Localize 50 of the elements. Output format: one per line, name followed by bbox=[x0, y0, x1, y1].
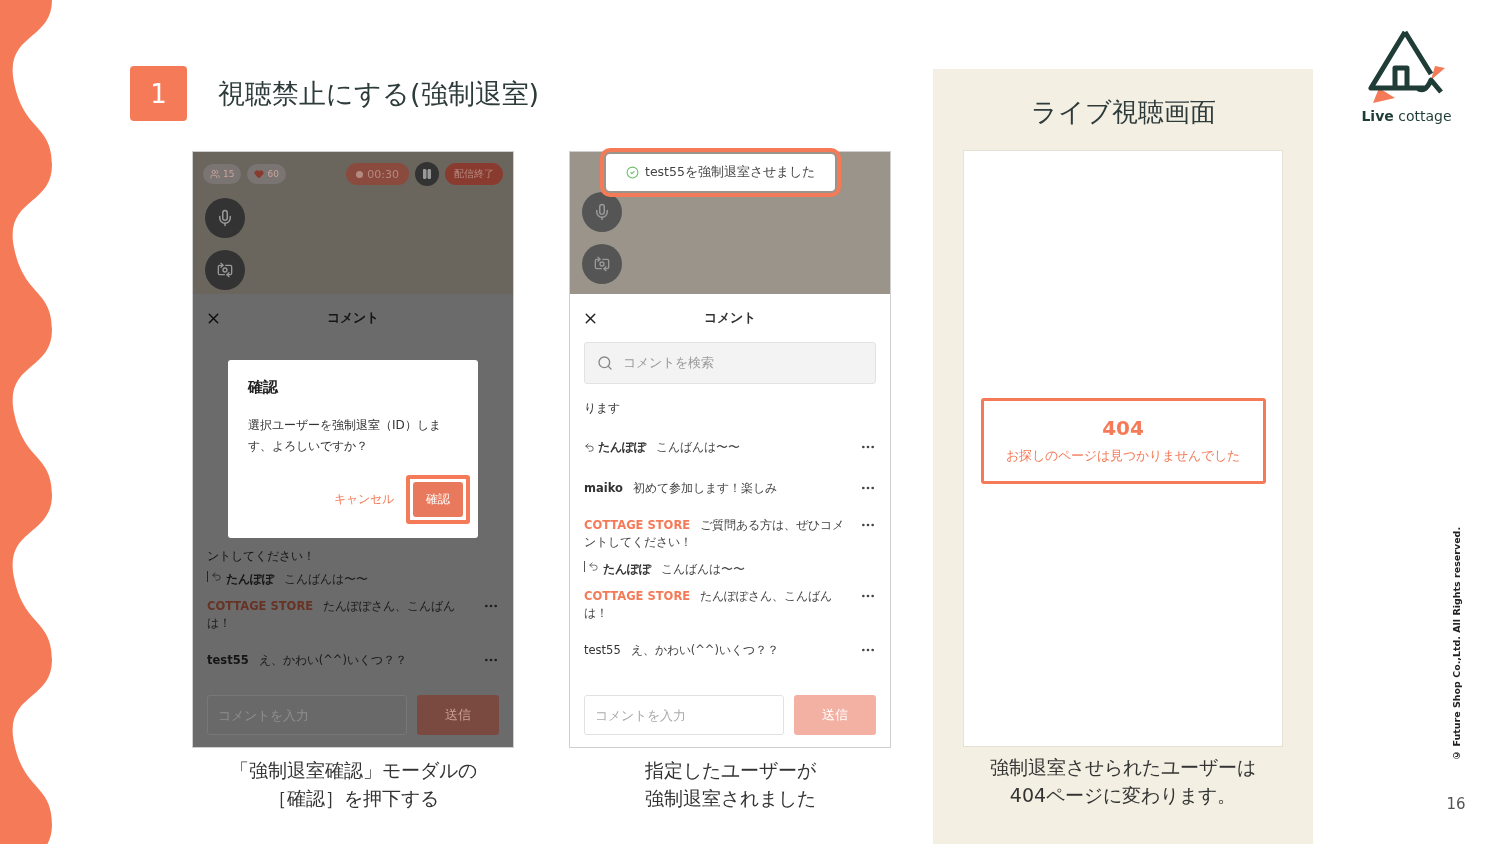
comment-text: ります bbox=[584, 400, 621, 417]
mic-icon bbox=[216, 209, 234, 227]
cancel-button[interactable]: キャンセル bbox=[330, 487, 398, 512]
like-count: 60 bbox=[247, 164, 286, 184]
page-number: 16 bbox=[1446, 794, 1466, 813]
panel-title: ライブ視聴画面 bbox=[1030, 96, 1216, 129]
people-icon bbox=[210, 169, 220, 179]
slide-title: 視聴禁止にする(強制退室) bbox=[218, 76, 540, 111]
comment-text: COTTAGE STORE ご質問ある方は、ぜひコメントしてください！ bbox=[584, 517, 846, 551]
comment-text: たんぽぽ こんばんは〜〜 bbox=[226, 571, 369, 588]
comment-text: test55 え、かわい(^^)いくつ？？ bbox=[584, 642, 780, 659]
comment-text: たんぽぽ こんばんは〜〜 bbox=[598, 439, 741, 456]
heart-icon bbox=[254, 169, 265, 179]
caption-line: 指定したユーザーが bbox=[644, 758, 816, 783]
end-stream-button[interactable]: 配信終了 bbox=[445, 163, 503, 185]
search-field[interactable]: コメントを検索 bbox=[584, 342, 876, 384]
confirm-button[interactable]: 確認 bbox=[413, 482, 463, 517]
pause-icon bbox=[421, 168, 433, 180]
caption-line: ［確認］を押下する bbox=[267, 786, 439, 811]
logo-text: Live cottage bbox=[1361, 108, 1452, 124]
step-number: 1 bbox=[130, 66, 187, 121]
send-button[interactable]: 送信 bbox=[794, 695, 876, 735]
comments-title: コメント bbox=[327, 309, 379, 327]
viewer-count: 15 bbox=[203, 164, 242, 184]
error-message: お探しのページは見つかりませんでした bbox=[1006, 448, 1240, 465]
comment-text: COTTAGE STORE たんぽぽさん、こんばんは！ bbox=[584, 588, 834, 622]
comment-text: maiko 初めて参加します！楽しみ bbox=[584, 480, 778, 497]
timer: 00:30 bbox=[346, 163, 409, 185]
error-code: 404 bbox=[1102, 416, 1144, 440]
mic-icon bbox=[593, 203, 611, 221]
caption-line: 「強制退室確認」モーダルの bbox=[229, 758, 477, 783]
camera-switch-icon bbox=[594, 256, 610, 272]
comment-text: COTTAGE STORE たんぽぽさん、こんばんは！ bbox=[207, 598, 457, 632]
reply-quote-icon bbox=[584, 561, 599, 572]
search-icon bbox=[597, 355, 613, 371]
dialog-message: 選択ユーザーを強制退室（ID）します、よろしいですか？ bbox=[248, 417, 442, 455]
reply-icon bbox=[584, 442, 595, 453]
caption-line: 404ページに変わります。 bbox=[1009, 783, 1237, 808]
comment-text: test55 え、かわい(^^)いくつ？？ bbox=[207, 652, 408, 669]
caption-line: 強制退室させられたユーザーは bbox=[990, 755, 1256, 780]
comment-text: たんぽぽ こんばんは〜〜 bbox=[603, 561, 746, 578]
send-button[interactable]: 送信 bbox=[417, 695, 499, 735]
dialog-title: 確認 bbox=[248, 378, 279, 397]
camera-switch-icon bbox=[217, 262, 233, 278]
copyright-text: © Future Shop Co.,Ltd. All Rights reserved. bbox=[1451, 527, 1462, 761]
check-icon bbox=[626, 166, 639, 179]
comments-title: コメント bbox=[704, 309, 756, 327]
comment-text: ントしてください！ bbox=[207, 548, 316, 565]
caption-line: 強制退室されました bbox=[644, 786, 816, 811]
reply-quote-icon bbox=[207, 571, 222, 582]
